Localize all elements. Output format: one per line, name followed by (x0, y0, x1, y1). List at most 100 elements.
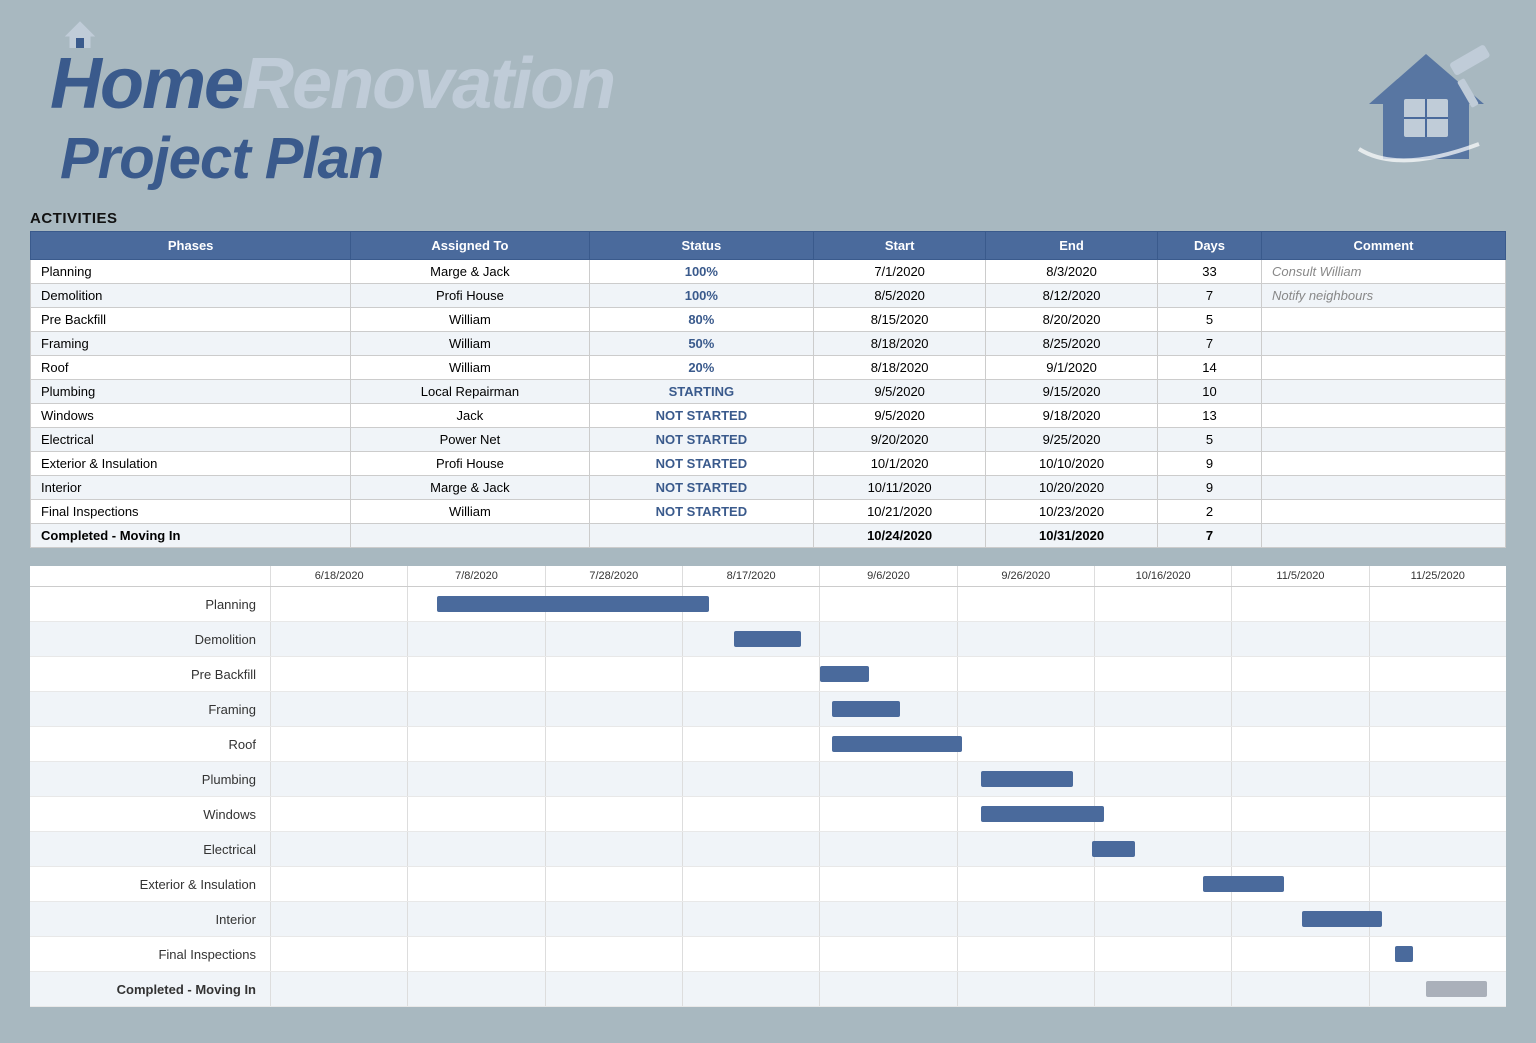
gantt-col-line (270, 867, 271, 901)
gantt-col-line (957, 762, 958, 796)
gantt-col-line (407, 692, 408, 726)
cell-phase: Final Inspections (31, 500, 351, 524)
gantt-col-line (682, 832, 683, 866)
title-area: Home Renovation Project Plan (50, 20, 614, 192)
gantt-row: Final Inspections (30, 937, 1506, 972)
gantt-col-line (407, 587, 408, 621)
gantt-bar-area (270, 692, 1506, 726)
cell-phase: Windows (31, 404, 351, 428)
gantt-date-label: 10/16/2020 (1094, 566, 1231, 586)
header-logo (1346, 41, 1506, 171)
gantt-col-line (270, 832, 271, 866)
gantt-row-label: Exterior & Insulation (30, 867, 270, 901)
gantt-col-line (1231, 587, 1232, 621)
gantt-rows-container: PlanningDemolitionPre BackfillFramingRoo… (30, 587, 1506, 1007)
gantt-col-line (1231, 622, 1232, 656)
cell-phase: Completed - Moving In (31, 524, 351, 548)
gantt-col-line (1094, 657, 1095, 691)
col-phases: Phases (31, 232, 351, 260)
gantt-col-line (407, 762, 408, 796)
cell-phase: Plumbing (31, 380, 351, 404)
gantt-row: Framing (30, 692, 1506, 727)
gantt-row: Exterior & Insulation (30, 867, 1506, 902)
gantt-col-line (407, 832, 408, 866)
table-row: Plumbing Local Repairman STARTING 9/5/20… (31, 380, 1506, 404)
gantt-col-line (270, 972, 271, 1006)
gantt-col-line (957, 657, 958, 691)
gantt-col-line (819, 692, 820, 726)
cell-days: 9 (1157, 476, 1261, 500)
gantt-col-line (682, 797, 683, 831)
cell-end: 10/10/2020 (986, 452, 1158, 476)
gantt-date-label: 11/25/2020 (1369, 566, 1506, 586)
gantt-bar (1395, 946, 1414, 962)
gantt-bar (1203, 876, 1283, 892)
gantt-col-line (270, 622, 271, 656)
cell-start: 7/1/2020 (814, 260, 986, 284)
cell-end: 8/25/2020 (986, 332, 1158, 356)
cell-comment (1261, 524, 1505, 548)
gantt-col-line (545, 867, 546, 901)
cell-status: 100% (589, 284, 814, 308)
gantt-bar (981, 806, 1105, 822)
cell-end: 8/12/2020 (986, 284, 1158, 308)
cell-days: 7 (1157, 332, 1261, 356)
cell-assigned: Profi House (351, 452, 589, 476)
gantt-row: Roof (30, 727, 1506, 762)
col-assigned: Assigned To (351, 232, 589, 260)
gantt-col-line (407, 972, 408, 1006)
col-comment: Comment (1261, 232, 1505, 260)
title-home: Home (50, 43, 242, 125)
gantt-bar (437, 596, 709, 612)
gantt-row: Pre Backfill (30, 657, 1506, 692)
cell-end: 9/15/2020 (986, 380, 1158, 404)
cell-comment (1261, 404, 1505, 428)
gantt-col-line (407, 622, 408, 656)
gantt-row-label: Interior (30, 902, 270, 936)
gantt-row: Electrical (30, 832, 1506, 867)
cell-status: NOT STARTED (589, 404, 814, 428)
title-line2: Project Plan (60, 125, 383, 192)
table-row: Final Inspections William NOT STARTED 10… (31, 500, 1506, 524)
gantt-col-line (1231, 972, 1232, 1006)
gantt-col-line (957, 902, 958, 936)
gantt-bar-area (270, 727, 1506, 761)
gantt-col-line (1369, 692, 1370, 726)
table-row: Exterior & Insulation Profi House NOT ST… (31, 452, 1506, 476)
cell-days: 10 (1157, 380, 1261, 404)
gantt-date-label: 7/8/2020 (407, 566, 544, 586)
gantt-row-label: Framing (30, 692, 270, 726)
gantt-col-line (957, 867, 958, 901)
gantt-row: Plumbing (30, 762, 1506, 797)
gantt-col-line (682, 727, 683, 761)
gantt-col-line (682, 657, 683, 691)
gantt-col-line (682, 692, 683, 726)
gantt-col-line (545, 797, 546, 831)
cell-days: 7 (1157, 524, 1261, 548)
table-header-row: Phases Assigned To Status Start End Days… (31, 232, 1506, 260)
gantt-header-row: 6/18/20207/8/20207/28/20208/17/20209/6/2… (30, 566, 1506, 587)
gantt-col-line (957, 692, 958, 726)
cell-assigned: Profi House (351, 284, 589, 308)
gantt-col-line (1369, 832, 1370, 866)
gantt-bar-area (270, 902, 1506, 936)
cell-status: NOT STARTED (589, 476, 814, 500)
table-row: Completed - Moving In 10/24/2020 10/31/2… (31, 524, 1506, 548)
gantt-col-line (270, 937, 271, 971)
gantt-col-line (682, 622, 683, 656)
gantt-col-line (1094, 972, 1095, 1006)
cell-start: 10/1/2020 (814, 452, 986, 476)
cell-comment (1261, 332, 1505, 356)
cell-days: 14 (1157, 356, 1261, 380)
cell-phase: Framing (31, 332, 351, 356)
gantt-bar-area (270, 797, 1506, 831)
gantt-container: 6/18/20207/8/20207/28/20208/17/20209/6/2… (30, 566, 1506, 1007)
table-row: Demolition Profi House 100% 8/5/2020 8/1… (31, 284, 1506, 308)
table-row: Planning Marge & Jack 100% 7/1/2020 8/3/… (31, 260, 1506, 284)
gantt-col-line (270, 902, 271, 936)
cell-end: 10/31/2020 (986, 524, 1158, 548)
gantt-bar (832, 701, 900, 717)
gantt-row-label: Roof (30, 727, 270, 761)
cell-end: 10/20/2020 (986, 476, 1158, 500)
cell-days: 9 (1157, 452, 1261, 476)
